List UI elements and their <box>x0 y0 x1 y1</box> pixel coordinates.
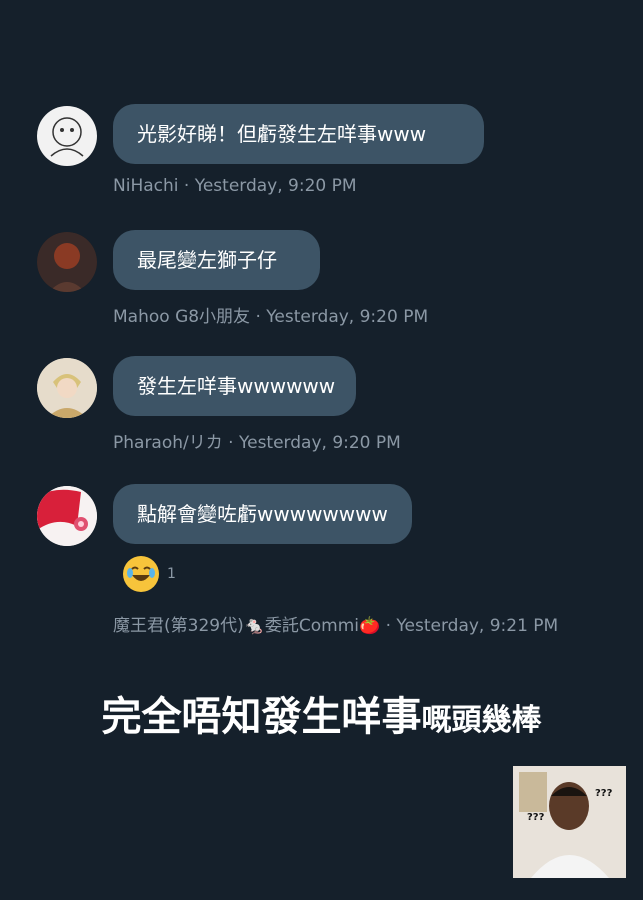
meta-separator: · <box>222 433 239 453</box>
message-bubble[interactable]: 最尾變左獅子仔 <box>113 230 320 290</box>
joy-face-icon[interactable] <box>123 556 159 592</box>
message-meta: Mahoo G8小朋友 · Yesterday, 9:20 PM <box>113 302 428 327</box>
meta-separator: · <box>250 307 267 327</box>
message-meta: 魔王君(第329代)🐁委託Commi🍅 · Yesterday, 9:21 PM <box>113 611 558 636</box>
meta-separator: · <box>178 176 195 196</box>
caption-suffix: 嘅頭幾棒 <box>421 703 542 738</box>
avatar-pharaoh[interactable] <box>37 358 97 418</box>
confused-man-image: ??? ??? <box>513 766 626 878</box>
meta-separator: · <box>380 616 397 636</box>
avatar-maoujun[interactable] <box>37 486 97 546</box>
question-marks-right: ??? <box>595 788 613 799</box>
author-name[interactable]: Pharaoh/リカ <box>113 433 223 453</box>
timestamp: Yesterday, 9:20 PM <box>266 307 429 327</box>
timestamp: Yesterday, 9:21 PM <box>396 616 559 636</box>
message-bubble[interactable]: 點解會變咗虧wwwwwwww <box>113 484 412 544</box>
author-name[interactable]: 魔王君(第329代)🐁委託Commi🍅 <box>113 616 380 636</box>
timestamp: Yesterday, 9:20 PM <box>194 176 357 196</box>
question-marks-left: ??? <box>527 812 545 823</box>
caption-main: 完全唔知發生咩事 <box>101 694 422 740</box>
message-meta: Pharaoh/リカ · Yesterday, 9:20 PM <box>113 428 401 453</box>
message-bubble[interactable]: 發生左咩事wwwwww <box>113 356 356 416</box>
character-portrait-icon <box>37 358 97 418</box>
reaction-count: 1 <box>167 566 176 582</box>
message-meta: NiHachi · Yesterday, 9:20 PM <box>113 176 357 196</box>
author-name[interactable]: Mahoo G8小朋友 <box>113 307 250 327</box>
message-bubble[interactable]: 光影好睇！但虧發生左咩事www <box>113 104 484 164</box>
avatar-nihachi[interactable] <box>37 106 97 166</box>
character-portrait-icon <box>37 486 97 546</box>
timestamp: Yesterday, 9:20 PM <box>238 433 401 453</box>
sketch-character-icon <box>50 117 84 157</box>
meme-caption: 完全唔知發生咩事嘅頭幾棒 <box>0 684 643 742</box>
avatar-mahoo[interactable] <box>37 232 97 292</box>
author-name[interactable]: NiHachi <box>113 176 179 196</box>
character-portrait-icon <box>37 232 97 292</box>
